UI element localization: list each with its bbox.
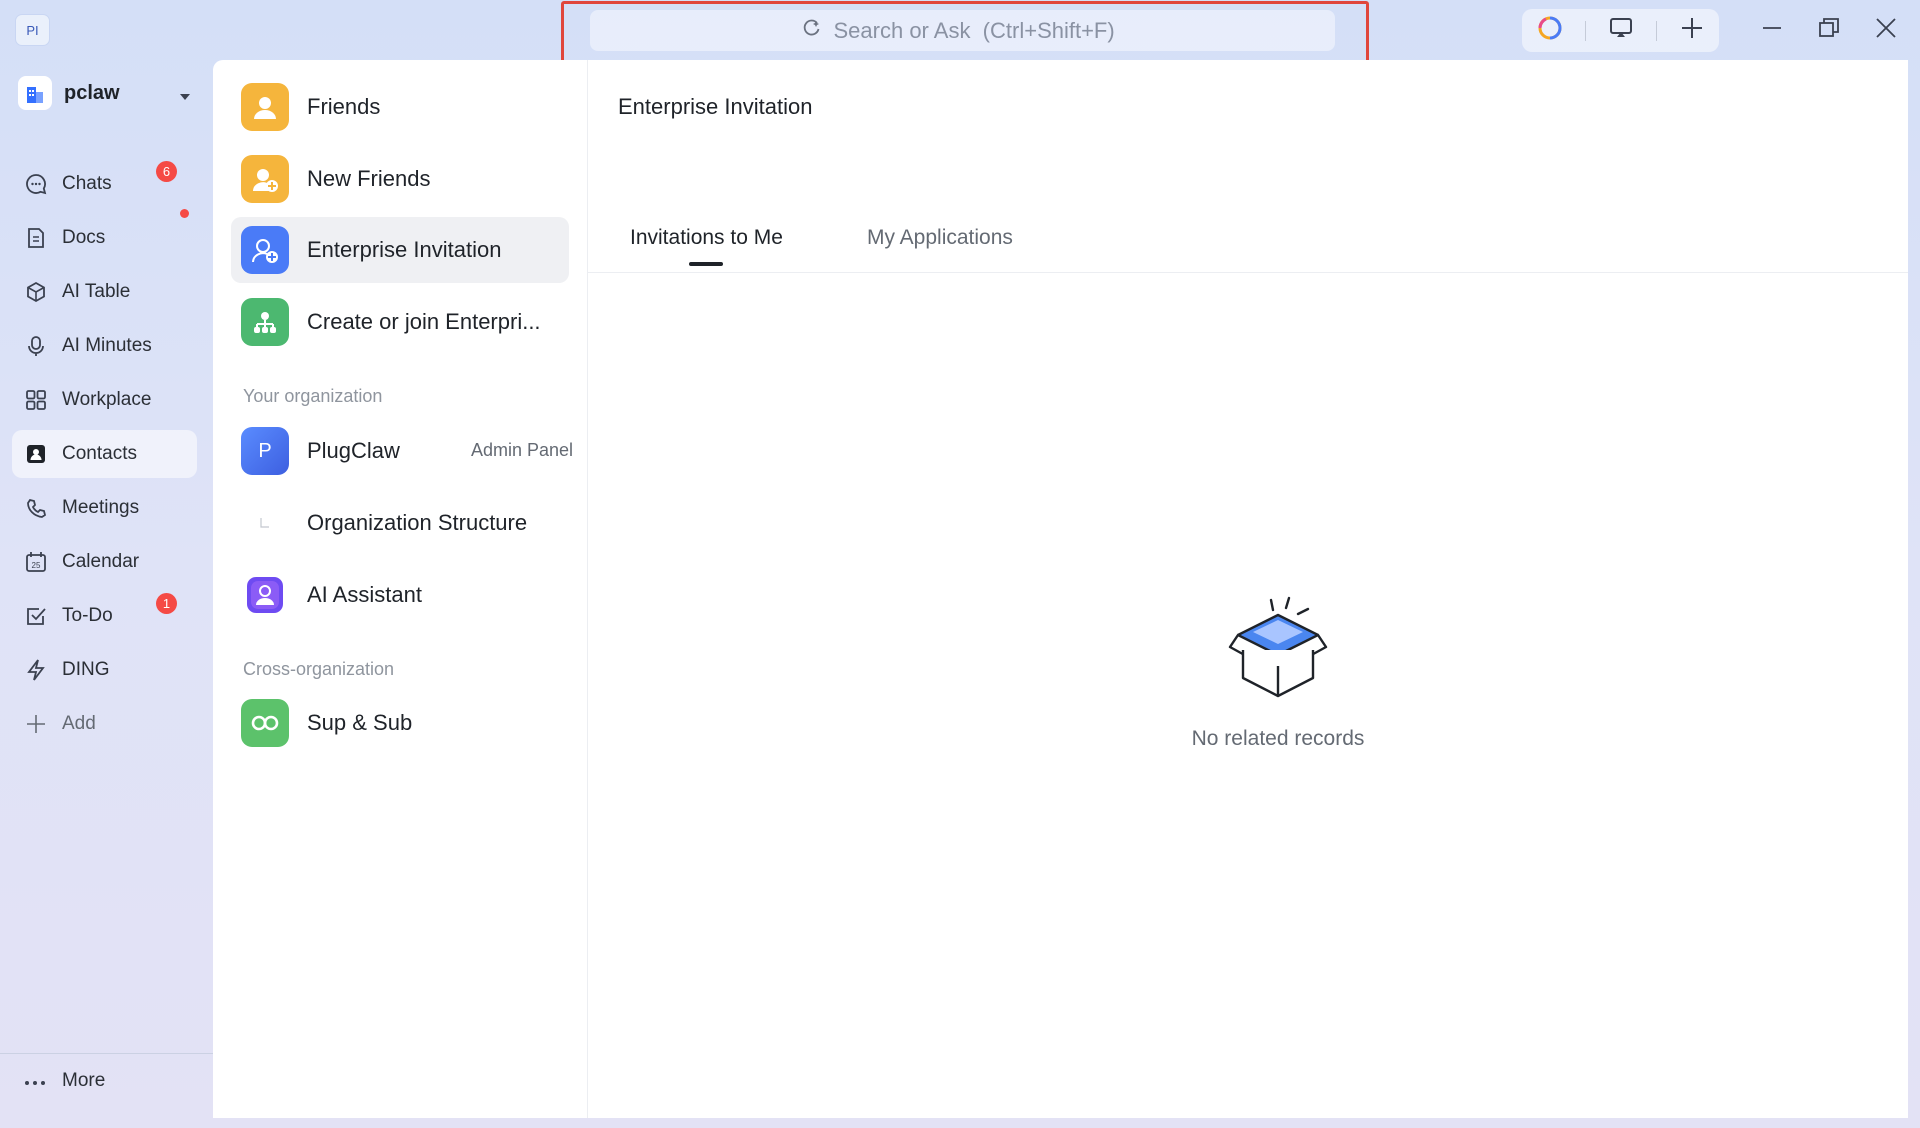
toolbar-separator	[1584, 20, 1586, 41]
org-avatar: P	[241, 427, 289, 475]
left-navigation: pclaw Chats 6 Docs AI Table AI Minutes W…	[0, 60, 213, 1128]
contacts-item-enterprise-invitation[interactable]: Enterprise Invitation	[231, 217, 569, 283]
caret-down-icon[interactable]	[180, 88, 190, 106]
nav-more-button[interactable]: More	[24, 1070, 105, 1092]
nav-label: Chats	[62, 173, 112, 194]
org-structure-label: Organization Structure	[307, 510, 528, 535]
toolbar-group	[1522, 9, 1719, 52]
org-chart-icon	[241, 298, 289, 346]
docs-unread-dot	[180, 209, 189, 218]
friends-icon	[241, 83, 289, 131]
page-title: Enterprise Invitation	[618, 94, 813, 119]
nav-label: Add	[62, 713, 96, 734]
screen-share-icon	[1608, 15, 1634, 46]
nav-label: Calendar	[62, 551, 140, 572]
todo-icon	[24, 604, 48, 628]
add-friend-icon	[241, 155, 289, 203]
contacts-item-label: Create or join Enterpri...	[307, 309, 541, 334]
org-switcher[interactable]: pclaw	[18, 76, 120, 110]
ai-orb-icon	[1537, 15, 1563, 46]
sup-sub-label: Sup & Sub	[307, 710, 413, 735]
org-building-icon	[18, 76, 52, 110]
ding-icon	[24, 658, 48, 682]
app-badge[interactable]: PI	[15, 14, 50, 46]
ai-minutes-icon	[24, 334, 48, 358]
ai-assistant-icon	[241, 571, 289, 619]
more-dots-icon	[24, 1070, 46, 1092]
nav-item-add[interactable]: Add	[12, 700, 197, 748]
org-label: PlugClaw	[307, 438, 400, 463]
close-button[interactable]	[1868, 12, 1904, 48]
more-label: More	[62, 1070, 106, 1091]
nav-item-calendar[interactable]: 25 Calendar	[12, 538, 197, 586]
nav-divider	[0, 1053, 213, 1054]
nav-label: AI Minutes	[62, 335, 152, 356]
chats-unread-badge: 6	[156, 161, 177, 182]
close-icon	[1875, 17, 1897, 44]
contacts-icon	[24, 442, 48, 466]
cross-org-heading: Cross-organization	[243, 659, 395, 679]
nav-label: Contacts	[62, 443, 137, 464]
empty-box-icon	[1213, 596, 1343, 704]
main-content: Enterprise Invitation Invitations to Me …	[588, 60, 1908, 1118]
nav-item-ding[interactable]: DING	[12, 646, 197, 694]
meetings-icon	[24, 496, 48, 520]
svg-text:25: 25	[32, 561, 41, 570]
title-bar: PI	[0, 0, 1920, 65]
contacts-item-label: Enterprise Invitation	[307, 237, 502, 262]
nav-item-contacts[interactable]: Contacts	[12, 430, 197, 478]
nav-item-meetings[interactable]: Meetings	[12, 484, 197, 532]
docs-icon	[24, 226, 48, 250]
contacts-item-new-friends[interactable]: New Friends	[231, 146, 569, 212]
search-highlight-box	[561, 1, 1369, 65]
ai-assistant-orb-button[interactable]	[1530, 13, 1570, 49]
nav-item-ai-table[interactable]: AI Table	[12, 268, 197, 316]
contacts-item-label: Friends	[307, 94, 381, 119]
nav-label: Docs	[62, 227, 106, 248]
ai-assistant-item[interactable]: AI Assistant	[231, 562, 569, 628]
workplace-icon	[24, 388, 48, 412]
link-infinity-icon	[241, 699, 289, 747]
create-new-button[interactable]	[1672, 13, 1712, 49]
org-item-plugclaw[interactable]: P PlugClaw Admin Panel	[231, 418, 587, 484]
screen-share-button[interactable]	[1601, 13, 1641, 49]
tab-invitations-to-me[interactable]: Invitations to Me	[630, 226, 783, 250]
restore-icon	[1818, 17, 1840, 44]
contacts-item-label: New Friends	[307, 166, 431, 191]
admin-panel-link[interactable]: Admin Panel	[471, 440, 573, 461]
minimize-button[interactable]	[1754, 12, 1790, 48]
sup-sub-item[interactable]: Sup & Sub	[231, 690, 569, 756]
nav-label: AI Table	[62, 281, 131, 302]
contacts-item-create-join-enterprise[interactable]: Create or join Enterpri...	[231, 289, 569, 355]
org-structure-item[interactable]: Organization Structure	[231, 490, 569, 556]
tab-bar: Invitations to Me My Applications	[588, 166, 1908, 273]
nav-item-ai-minutes[interactable]: AI Minutes	[12, 322, 197, 370]
ai-assistant-label: AI Assistant	[307, 582, 422, 607]
your-org-heading: Your organization	[243, 386, 383, 406]
enterprise-invitation-icon	[241, 226, 289, 274]
minimize-icon	[1762, 18, 1782, 43]
tab-my-applications[interactable]: My Applications	[867, 226, 1013, 250]
ai-table-icon	[24, 280, 48, 304]
chat-icon	[24, 172, 48, 196]
toolbar-separator	[1655, 20, 1657, 41]
calendar-icon: 25	[24, 550, 48, 574]
plus-icon	[1680, 16, 1704, 45]
restore-button[interactable]	[1811, 12, 1847, 48]
nav-label: DING	[62, 659, 110, 680]
nav-item-workplace[interactable]: Workplace	[12, 376, 197, 424]
nav-label: Workplace	[62, 389, 152, 410]
todo-unread-badge: 1	[156, 593, 177, 614]
active-tab-indicator	[689, 262, 723, 266]
contacts-panel: Friends New Friends Enterprise Invitatio…	[213, 60, 588, 1118]
tree-branch-icon	[241, 499, 289, 547]
empty-state: No related records	[1148, 580, 1408, 751]
nav-label: Meetings	[62, 497, 140, 518]
nav-item-docs[interactable]: Docs	[12, 214, 197, 262]
plus-icon	[24, 712, 48, 736]
empty-state-message: No related records	[1191, 727, 1365, 750]
nav-label: To-Do	[62, 605, 113, 626]
contacts-item-friends[interactable]: Friends	[231, 74, 569, 140]
org-name: pclaw	[64, 81, 120, 104]
